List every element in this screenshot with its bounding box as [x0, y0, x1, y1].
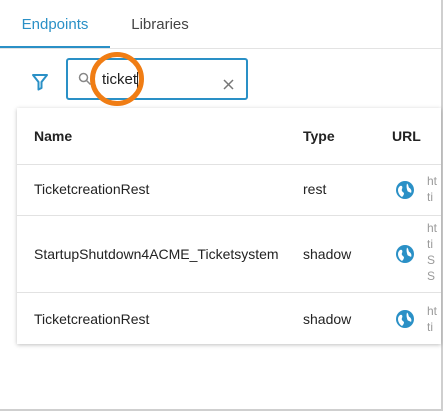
table-row[interactable]: StartupShutdown4ACME_Ticketsystem shadow…: [17, 216, 441, 293]
tab-bar: Endpoints Libraries: [0, 0, 441, 49]
endpoints-table: Name Type URL TicketcreationRest rest ht…: [17, 108, 441, 344]
row-type: shadow: [303, 311, 352, 327]
url-value: ht ti S S: [427, 221, 438, 283]
row-name: TicketcreationRest: [34, 181, 150, 197]
url-value: ht ti: [427, 304, 438, 334]
header-type[interactable]: Type: [303, 108, 335, 164]
tab-libraries[interactable]: Libraries: [115, 0, 205, 48]
globe-icon[interactable]: [395, 244, 415, 264]
row-name: StartupShutdown4ACME_Ticketsystem: [34, 246, 279, 262]
row-name: TicketcreationRest: [34, 311, 150, 327]
highlight-circle: [90, 52, 144, 106]
globe-icon[interactable]: [395, 180, 415, 200]
header-url[interactable]: URL: [392, 108, 421, 164]
table-row[interactable]: TicketcreationRest rest ht ti: [17, 165, 441, 216]
active-tab-indicator: [0, 46, 110, 48]
row-type: shadow: [303, 246, 352, 262]
header-name[interactable]: Name: [34, 108, 72, 164]
table-header: Name Type URL: [17, 108, 441, 165]
filter-icon[interactable]: [30, 72, 50, 92]
close-icon[interactable]: [223, 77, 234, 90]
row-type: rest: [303, 181, 327, 197]
url-value: ht ti: [427, 174, 438, 204]
globe-icon[interactable]: [395, 309, 415, 329]
tab-endpoints[interactable]: Endpoints: [0, 0, 110, 48]
table-row[interactable]: TicketcreationRest shadow ht ti: [17, 293, 441, 344]
endpoints-panel: Endpoints Libraries ticket Name Type URL…: [0, 0, 443, 411]
